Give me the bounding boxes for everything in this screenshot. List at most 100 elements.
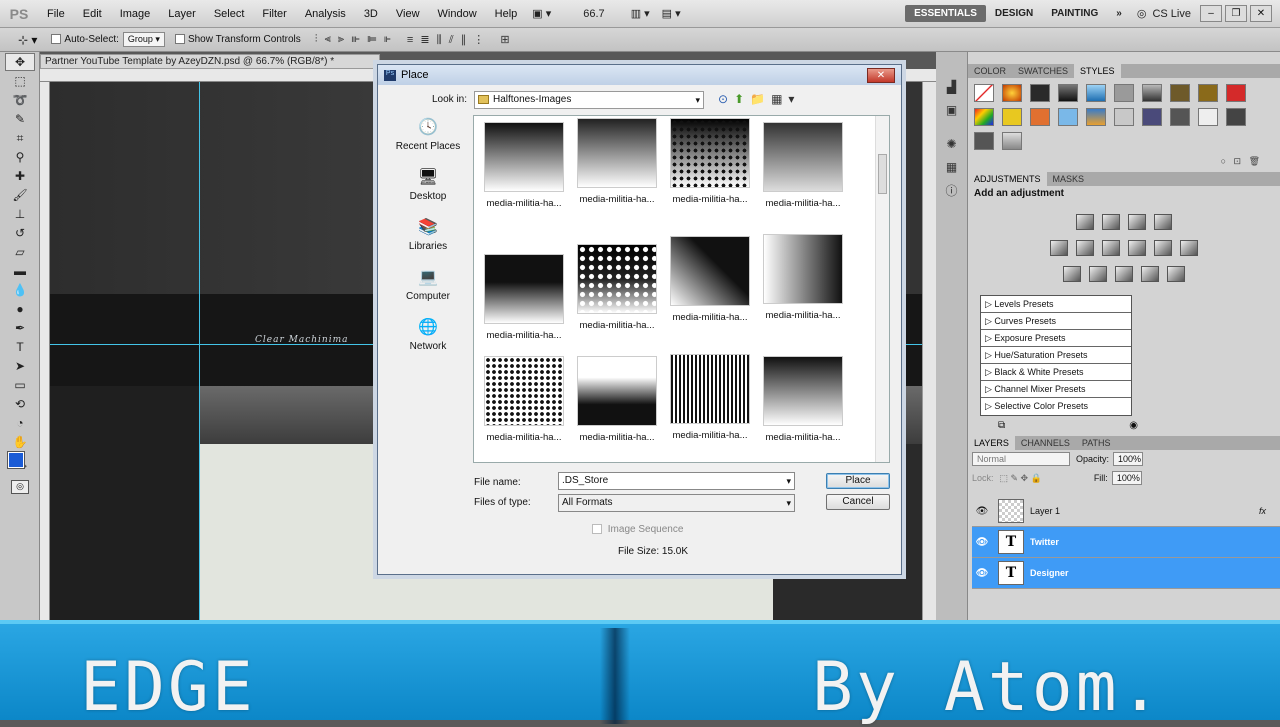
tab-adjustments[interactable]: ADJUSTMENTS [968, 172, 1047, 186]
menu-edit[interactable]: Edit [74, 8, 111, 20]
invert-icon[interactable] [1063, 266, 1081, 282]
menu-select[interactable]: Select [205, 8, 254, 20]
move-tool-icon[interactable]: ✥ [5, 53, 35, 71]
styles-panel-footer-icons[interactable]: ○ ⊡ 🗑 [968, 156, 1280, 170]
style-swatch[interactable] [1030, 108, 1050, 126]
file-list-scrollbar[interactable] [875, 116, 889, 462]
layer-row[interactable]: 👁 T Designer [972, 558, 1280, 589]
style-swatch[interactable] [974, 84, 994, 102]
visibility-eye-icon[interactable]: 👁 [972, 537, 992, 548]
crop-tool-icon[interactable]: ⌗ [5, 129, 35, 147]
preset-selective-color[interactable]: ▷ Selective Color Presets [981, 398, 1131, 415]
cancel-button[interactable]: Cancel [826, 494, 890, 510]
menu-image[interactable]: Image [111, 8, 160, 20]
files-of-type-dropdown[interactable]: All Formats ▾ [558, 494, 795, 512]
visibility-eye-icon[interactable]: 👁 [972, 568, 992, 579]
menu-filter[interactable]: Filter [253, 8, 295, 20]
file-item[interactable]: media-militia-ha... [664, 354, 756, 441]
blend-mode-dropdown[interactable]: Normal [972, 452, 1070, 466]
foreground-color-swatch[interactable] [7, 451, 25, 469]
shape-tool-icon[interactable]: ▭ [5, 376, 35, 394]
menu-view[interactable]: View [387, 8, 429, 20]
menu-3d[interactable]: 3D [355, 8, 387, 20]
menu-file[interactable]: File [38, 8, 74, 20]
file-item[interactable]: media-militia-ha... [571, 356, 663, 443]
file-name-input[interactable]: .DS_Store ▾ [558, 472, 795, 490]
brightness-icon[interactable] [1076, 214, 1094, 230]
file-item[interactable]: media-militia-ha... [664, 118, 756, 205]
pen-tool-icon[interactable]: ✒ [5, 319, 35, 337]
file-item[interactable]: media-militia-ha... [478, 254, 570, 341]
minimize-icon[interactable]: – [1200, 5, 1222, 22]
healing-brush-icon[interactable]: ✚ [5, 167, 35, 185]
new-folder-icon[interactable]: 📁 [750, 92, 771, 106]
place-desktop[interactable]: 🖥 Desktop [388, 167, 468, 215]
document-tab[interactable]: Partner YouTube Template by AzeyDZN.psd … [40, 54, 380, 69]
screen-mode-icon[interactable]: ▣ ▾ [532, 7, 551, 20]
file-item[interactable]: media-militia-ha... [571, 118, 663, 205]
brush-tool-icon[interactable]: 🖌 [5, 186, 35, 204]
style-swatch[interactable] [1086, 84, 1106, 102]
tab-color[interactable]: COLOR [968, 64, 1012, 78]
guide-vertical[interactable] [199, 82, 200, 620]
tab-layers[interactable]: LAYERS [968, 436, 1015, 450]
document-scrollbar[interactable] [922, 82, 936, 620]
place-recent[interactable]: 🕓 Recent Places [388, 117, 468, 165]
style-swatch[interactable] [1114, 84, 1134, 102]
menu-analysis[interactable]: Analysis [296, 8, 355, 20]
view-menu-icon[interactable]: ▦▾ [771, 92, 800, 106]
tab-channels[interactable]: CHANNELS [1015, 436, 1076, 450]
threshold-icon[interactable] [1115, 266, 1133, 282]
extras-icon[interactable]: ▤ ▾ [662, 7, 681, 20]
vibrance-icon[interactable] [1050, 240, 1068, 256]
style-swatch[interactable] [1114, 108, 1134, 126]
style-swatch[interactable] [1226, 108, 1246, 126]
arrange-documents-icon[interactable]: ▥ ▾ [631, 7, 650, 20]
histogram-icon[interactable]: ▟ [941, 78, 963, 96]
color-balance-icon[interactable] [1102, 240, 1120, 256]
layer-row[interactable]: 👁 Layer 1 fx [972, 496, 1280, 527]
fill-input[interactable]: 100% [1111, 471, 1142, 485]
tab-styles[interactable]: STYLES [1074, 64, 1121, 78]
style-swatch[interactable] [974, 108, 994, 126]
eraser-tool-icon[interactable]: ▱ [5, 243, 35, 261]
photo-filter-icon[interactable] [1154, 240, 1172, 256]
image-sequence-option[interactable]: Image Sequence [592, 524, 683, 535]
style-swatch[interactable] [1198, 108, 1218, 126]
preset-channel-mixer[interactable]: ▷ Channel Mixer Presets [981, 381, 1131, 398]
cs-live-icon[interactable]: ◎ [1137, 7, 1147, 20]
place-network[interactable]: 🌐 Network [388, 317, 468, 365]
brush-presets-icon[interactable]: ✺ [941, 135, 963, 153]
file-item[interactable]: media-militia-ha... [757, 356, 849, 443]
up-folder-icon[interactable]: ⬆ [734, 92, 750, 106]
style-swatch[interactable] [1002, 84, 1022, 102]
preset-exposure[interactable]: ▷ Exposure Presets [981, 330, 1131, 347]
layer-fx-icon[interactable]: fx [1259, 506, 1266, 516]
quick-mask-icon[interactable]: ◎ [11, 480, 29, 494]
opacity-input[interactable]: 100% [1113, 452, 1144, 466]
layer-row[interactable]: 👁 T Twitter [972, 527, 1280, 558]
style-swatch[interactable] [1198, 84, 1218, 102]
marquee-tool-icon[interactable]: ⬚ [5, 72, 35, 90]
zoom-level[interactable]: 66.7 [583, 8, 604, 20]
adjustments-footer-icons[interactable]: ⧉ ◉ [968, 416, 1168, 436]
show-transform-checkbox[interactable] [174, 34, 185, 45]
preset-levels[interactable]: ▷ Levels Presets [981, 296, 1131, 313]
info-icon[interactable]: ⓘ [941, 181, 963, 199]
dodge-tool-icon[interactable]: ● [5, 300, 35, 318]
blur-tool-icon[interactable]: 💧 [5, 281, 35, 299]
preset-black-white[interactable]: ▷ Black & White Presets [981, 364, 1131, 381]
type-tool-icon[interactable]: T [5, 338, 35, 356]
style-swatch[interactable] [1226, 84, 1246, 102]
file-item[interactable]: media-militia-ha... [664, 236, 756, 323]
curves-icon[interactable] [1128, 214, 1146, 230]
dialog-close-icon[interactable]: ✕ [867, 68, 895, 83]
clone-source-icon[interactable]: ▦ [941, 158, 963, 176]
file-item[interactable]: media-militia-ha... [571, 244, 663, 331]
lasso-tool-icon[interactable]: ➰ [5, 91, 35, 109]
style-swatch[interactable] [1170, 84, 1190, 102]
lock-icons[interactable]: ⬚ ✎ ✥ 🔒 [1000, 473, 1042, 484]
menu-window[interactable]: Window [429, 8, 486, 20]
style-swatch[interactable] [1058, 108, 1078, 126]
gradient-tool-icon[interactable]: ▬ [5, 262, 35, 280]
